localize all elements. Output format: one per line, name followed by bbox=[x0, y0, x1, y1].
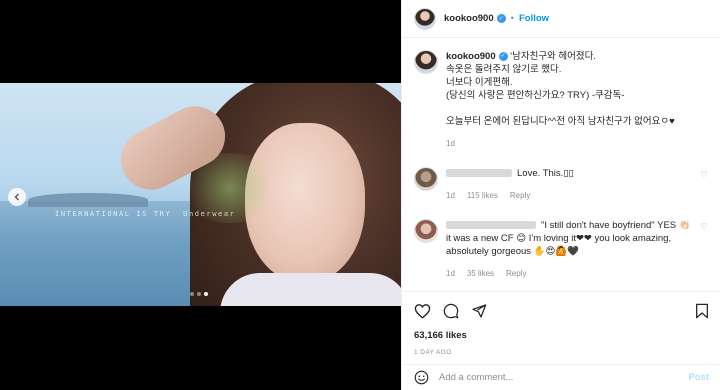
verified-badge-icon: ✓ bbox=[498, 51, 508, 61]
comment-reply-button[interactable]: Reply bbox=[506, 267, 526, 280]
post-sidebar: kookoo900 ✓ • Follow kookoo900 ✓ '남자친구와 헤… bbox=[401, 0, 720, 390]
commenter-username-redacted[interactable] bbox=[446, 221, 536, 230]
comment-likes[interactable]: 115 likes bbox=[467, 189, 498, 202]
caption-username[interactable]: kookoo900 bbox=[446, 51, 496, 62]
caption: kookoo900 ✓ '남자친구와 헤어졌다. 속옷은 돌려주지 않기로 했다.… bbox=[414, 50, 709, 150]
action-icons bbox=[414, 300, 709, 322]
post-photo[interactable]: INTERNATIONAL IS TRY Underwear bbox=[0, 83, 401, 306]
photo-watermark: INTERNATIONAL IS TRY Underwear bbox=[55, 210, 235, 218]
comment-item: "I still don't have boyfriend" YES 👏🏻 it… bbox=[414, 219, 709, 280]
comment-item: Love. This.▯▯ 1d 115 likes Reply ♡ bbox=[414, 167, 709, 202]
watermark-tail: Underwear bbox=[183, 210, 236, 218]
watermark-text: INTERNATIONAL IS TRY bbox=[55, 210, 172, 218]
comments-section: kookoo900 ✓ '남자친구와 헤어졌다. 속옷은 돌려주지 않기로 했다.… bbox=[402, 38, 720, 291]
comment-body: "I still don't have boyfriend" YES 👏🏻 it… bbox=[446, 219, 691, 280]
commenter-avatar[interactable] bbox=[414, 219, 438, 243]
caption-avatar[interactable] bbox=[414, 50, 438, 74]
photo-island bbox=[28, 193, 148, 207]
post-time-ago[interactable]: 1 DAY AGO bbox=[414, 349, 709, 356]
follow-button[interactable]: Follow bbox=[519, 13, 549, 24]
caption-body: kookoo900 ✓ '남자친구와 헤어졌다. 속옷은 돌려주지 않기로 했다.… bbox=[446, 50, 709, 150]
caption-time[interactable]: 1d bbox=[446, 137, 455, 150]
comment-meta: 1d 35 likes Reply bbox=[446, 267, 691, 280]
caption-text: '남자친구와 헤어졌다. 속옷은 돌려주지 않기로 했다. 너보다 이게편해. … bbox=[446, 51, 675, 127]
add-comment-input[interactable] bbox=[439, 372, 679, 383]
comment-time[interactable]: 1d bbox=[446, 189, 455, 202]
commenter-username-redacted[interactable] bbox=[446, 169, 512, 178]
add-comment-bar: Post bbox=[402, 364, 720, 390]
author-avatar[interactable] bbox=[414, 7, 436, 30]
post-header: kookoo900 ✓ • Follow bbox=[402, 0, 720, 38]
commenter-avatar[interactable] bbox=[414, 167, 438, 191]
carousel-dot bbox=[190, 292, 194, 296]
like-heart-icon[interactable] bbox=[414, 303, 431, 319]
emoji-smiley-icon[interactable] bbox=[414, 370, 429, 385]
caption-meta: 1d bbox=[446, 137, 709, 150]
comment-bubble-icon[interactable] bbox=[443, 303, 459, 319]
comment-time[interactable]: 1d bbox=[446, 267, 455, 280]
carousel-dot bbox=[197, 292, 201, 296]
save-bookmark-icon[interactable] bbox=[695, 303, 709, 319]
carousel-dot bbox=[204, 292, 208, 296]
post-comment-button[interactable]: Post bbox=[688, 372, 709, 383]
author-username[interactable]: kookoo900 bbox=[444, 13, 494, 24]
comment-like-heart-icon[interactable]: ♡ bbox=[699, 222, 709, 280]
comment-reply-button[interactable]: Reply bbox=[510, 189, 530, 202]
instagram-post: INTERNATIONAL IS TRY Underwear kookoo900… bbox=[0, 0, 720, 390]
comment-body: Love. This.▯▯ 1d 115 likes Reply bbox=[446, 167, 691, 202]
chevron-left-icon bbox=[14, 193, 19, 201]
likes-count[interactable]: 63,166 likes bbox=[414, 330, 709, 341]
comment-like-heart-icon[interactable]: ♡ bbox=[699, 170, 709, 202]
carousel-indicator bbox=[190, 292, 208, 296]
post-actions: 63,166 likes 1 DAY AGO bbox=[402, 291, 720, 356]
comment-likes[interactable]: 35 likes bbox=[467, 267, 494, 280]
media-panel: INTERNATIONAL IS TRY Underwear bbox=[0, 0, 401, 390]
comment-text: Love. This.▯▯ bbox=[517, 168, 574, 179]
comment-meta: 1d 115 likes Reply bbox=[446, 189, 691, 202]
photo-shirt bbox=[220, 273, 401, 306]
verified-badge-icon: ✓ bbox=[496, 14, 506, 23]
share-send-icon[interactable] bbox=[471, 303, 487, 319]
header-separator: • bbox=[510, 13, 514, 24]
carousel-prev-button[interactable] bbox=[8, 188, 26, 206]
